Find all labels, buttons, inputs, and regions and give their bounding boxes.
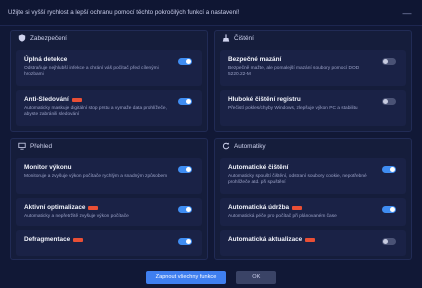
card-label: Anti-Sledování — [24, 96, 69, 103]
close-icon[interactable]: — — [400, 8, 414, 18]
card-label: Úplná detekce — [24, 56, 68, 63]
card-description: Monitoruje a zvyšuje výkon počítače rych… — [24, 174, 168, 179]
card-label: Automatická aktualizace — [228, 236, 303, 243]
settings-window: Užijte si vyšší rychlost a lepší ochranu… — [0, 0, 422, 288]
section-title: Automatiky — [234, 142, 266, 150]
title-bar: Užijte si vyšší rychlost a lepší ochranu… — [0, 0, 422, 26]
card-description: Automaticky spouští čištění, odstraní so… — [228, 174, 367, 185]
card-description: Bezpečně mažte, ale pomalejší mazání sou… — [228, 66, 360, 77]
card-label: Automatické čištění — [228, 164, 289, 171]
window-title: Užijte si vyšší rychlost a lepší ochranu… — [8, 9, 240, 16]
footer-actions: Zapnout všechny funkce OK — [0, 266, 422, 288]
premium-badge — [88, 205, 99, 210]
premium-badge — [73, 237, 84, 242]
toggle-auto-maintenance[interactable] — [382, 206, 396, 213]
broom-icon — [222, 34, 230, 42]
toggle-defrag[interactable] — [178, 238, 192, 245]
card-description: Přečistí pokles/chyby Windows, zlepšuje … — [228, 106, 358, 111]
toggle-full-detection[interactable] — [178, 58, 192, 65]
enable-all-button[interactable]: Zapnout všechny funkce — [145, 270, 227, 284]
section-overview: Přehled — [18, 142, 52, 150]
section-title: Čištění — [234, 34, 254, 42]
toggle-performance-monitor[interactable] — [178, 166, 192, 173]
card-description: Automaticky maskuje digitální stop prstu… — [24, 106, 167, 117]
toggle-secure-delete[interactable] — [382, 58, 396, 65]
toggle-anti-tracking[interactable] — [178, 98, 192, 105]
premium-badge — [71, 97, 82, 102]
premium-badge — [305, 237, 316, 242]
section-title: Přehled — [30, 142, 53, 150]
card-defrag[interactable]: Defragmentace — [16, 230, 202, 256]
card-description: Odstraňuje nejhlubší infekce a chrání vá… — [24, 66, 159, 77]
card-label: Automatická údržba — [228, 204, 290, 211]
toggle-deep-registry[interactable] — [382, 98, 396, 105]
section-title: Zabezpečení — [30, 34, 67, 42]
card-full-detection[interactable]: Úplná detekce Odstraňuje nejhlubší infek… — [16, 50, 202, 86]
card-description: Automatická péče pro počítač při plánova… — [228, 214, 337, 219]
card-description: Automaticky a nepřetržitě zvyšuje výkon … — [24, 214, 129, 219]
toggle-auto-cleaning[interactable] — [382, 166, 396, 173]
ok-button[interactable]: OK — [236, 270, 277, 284]
toggle-active-optimization[interactable] — [178, 206, 192, 213]
card-label: Hluboké čištění registru — [228, 96, 301, 103]
card-label: Monitor výkonu — [24, 164, 72, 171]
section-automation: Automatiky — [222, 142, 266, 150]
card-auto-update[interactable]: Automatická aktualizace — [220, 230, 406, 256]
card-label: Aktivní optimalizace — [24, 204, 86, 211]
card-deep-registry[interactable]: Hluboké čištění registru Přečistí pokles… — [220, 90, 406, 126]
card-secure-delete[interactable]: Bezpečné mazání Bezpečně mažte, ale poma… — [220, 50, 406, 86]
shield-icon — [18, 34, 26, 42]
refresh-icon — [222, 142, 230, 150]
card-active-optimization[interactable]: Aktivní optimalizace Automaticky a nepře… — [16, 198, 202, 226]
card-auto-cleaning[interactable]: Automatické čištění Automaticky spouští … — [220, 158, 406, 194]
card-anti-tracking[interactable]: Anti-Sledování Automaticky maskuje digit… — [16, 90, 202, 126]
monitor-icon — [18, 142, 26, 150]
card-label: Defragmentace — [24, 236, 71, 243]
feature-grid: Zabezpečení Úplná detekce Odstraňuje nej… — [10, 30, 412, 260]
card-performance-monitor[interactable]: Monitor výkonu Monitoruje a zvyšuje výko… — [16, 158, 202, 194]
section-security: Zabezpečení — [18, 34, 67, 42]
section-cleaning: Čištění — [222, 34, 254, 42]
toggle-auto-update[interactable] — [382, 238, 396, 245]
card-label: Bezpečné mazání — [228, 56, 282, 63]
card-auto-maintenance[interactable]: Automatická údržba Automatická péče pro … — [220, 198, 406, 226]
premium-badge — [292, 205, 303, 210]
